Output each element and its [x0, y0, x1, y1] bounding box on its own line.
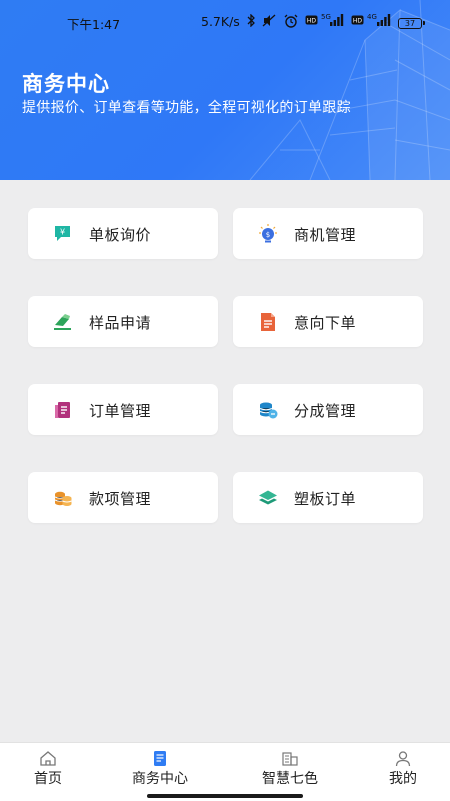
- svg-text:HD: HD: [353, 18, 363, 25]
- business-center-icon: [151, 750, 169, 767]
- menu-item-opportunity[interactable]: $ 商机管理: [233, 208, 423, 259]
- status-network-speed: 5.7K/s: [201, 14, 240, 29]
- menu-item-board-inquiry[interactable]: ¥ 单板询价: [28, 208, 218, 259]
- menu-item-payment[interactable]: 款项管理: [28, 472, 218, 523]
- alarm-icon: [284, 14, 298, 31]
- tab-home[interactable]: 首页: [0, 743, 104, 801]
- network-type-2: 4G: [367, 13, 377, 21]
- bottom-tab-bar: 首页 商务中心 智慧七色 我的: [0, 742, 450, 801]
- menu-item-label: 样品申请: [89, 314, 152, 332]
- document-icon: [257, 311, 279, 333]
- tab-business-center[interactable]: 商务中心: [104, 743, 216, 801]
- menu-item-order-management[interactable]: 订单管理: [28, 384, 218, 435]
- tab-label: 智慧七色: [262, 771, 318, 787]
- home-indicator[interactable]: [147, 794, 303, 798]
- page-title: 商务中心: [22, 72, 110, 96]
- building-icon: [281, 750, 299, 767]
- user-icon: [394, 750, 412, 767]
- svg-text:HD: HD: [307, 18, 317, 25]
- menu-item-label: 订单管理: [89, 402, 152, 420]
- menu-item-label: 商机管理: [294, 226, 357, 244]
- tab-smart-colors[interactable]: 智慧七色: [234, 743, 346, 801]
- header-banner: 下午1:47 5.7K/s HD 5G HD 4G 37 商务中心 提供报价、订…: [0, 0, 450, 180]
- lightbulb-icon: $: [257, 223, 279, 245]
- tab-label: 商务中心: [132, 771, 188, 787]
- tab-label: 我的: [389, 771, 417, 787]
- battery-icon: 37: [398, 18, 425, 29]
- menu-item-commission[interactable]: 分成管理: [233, 384, 423, 435]
- price-tag-icon: ¥: [52, 223, 74, 245]
- home-icon: [39, 750, 57, 767]
- bluetooth-icon: [247, 13, 256, 30]
- mute-icon: [262, 14, 276, 30]
- menu-item-label: 款项管理: [89, 490, 152, 508]
- menu-item-label: 分成管理: [294, 402, 357, 420]
- hd-icon: HD: [305, 14, 318, 28]
- menu-item-intent-order[interactable]: 意向下单: [233, 296, 423, 347]
- menu-item-label: 意向下单: [294, 314, 357, 332]
- signal-icon-2: [377, 14, 391, 29]
- menu-item-label: 单板询价: [89, 226, 152, 244]
- layers-icon: [257, 487, 279, 509]
- menu-item-sample-request[interactable]: 样品申请: [28, 296, 218, 347]
- order-list-icon: [52, 399, 74, 421]
- menu-item-plastic-board-order[interactable]: 塑板订单: [233, 472, 423, 523]
- hd-icon-2: HD: [351, 14, 364, 28]
- menu-item-label: 塑板订单: [294, 490, 357, 508]
- coin-stack-icon: [257, 399, 279, 421]
- svg-text:¥: ¥: [60, 228, 65, 237]
- signal-icon: [330, 14, 344, 29]
- page-subtitle: 提供报价、订单查看等功能，全程可视化的订单跟踪: [22, 100, 351, 116]
- tab-mine[interactable]: 我的: [347, 743, 450, 801]
- tab-label: 首页: [34, 771, 62, 787]
- eraser-icon: [52, 311, 74, 333]
- svg-text:$: $: [266, 231, 270, 239]
- status-bar: 下午1:47 5.7K/s HD 5G HD 4G 37: [0, 10, 450, 34]
- status-time: 下午1:47: [67, 17, 121, 32]
- coins-icon: [52, 487, 74, 509]
